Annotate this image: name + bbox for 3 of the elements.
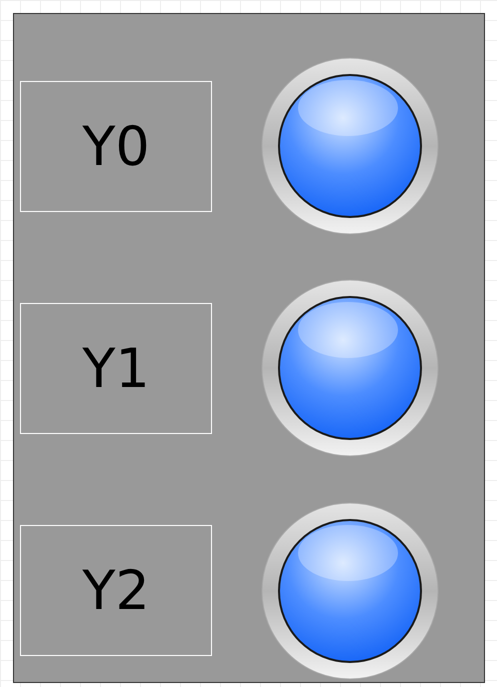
indicator-label: Y2 — [20, 525, 212, 656]
indicator-label: Y1 — [20, 302, 212, 434]
indicator-label: Y0 — [20, 80, 212, 212]
